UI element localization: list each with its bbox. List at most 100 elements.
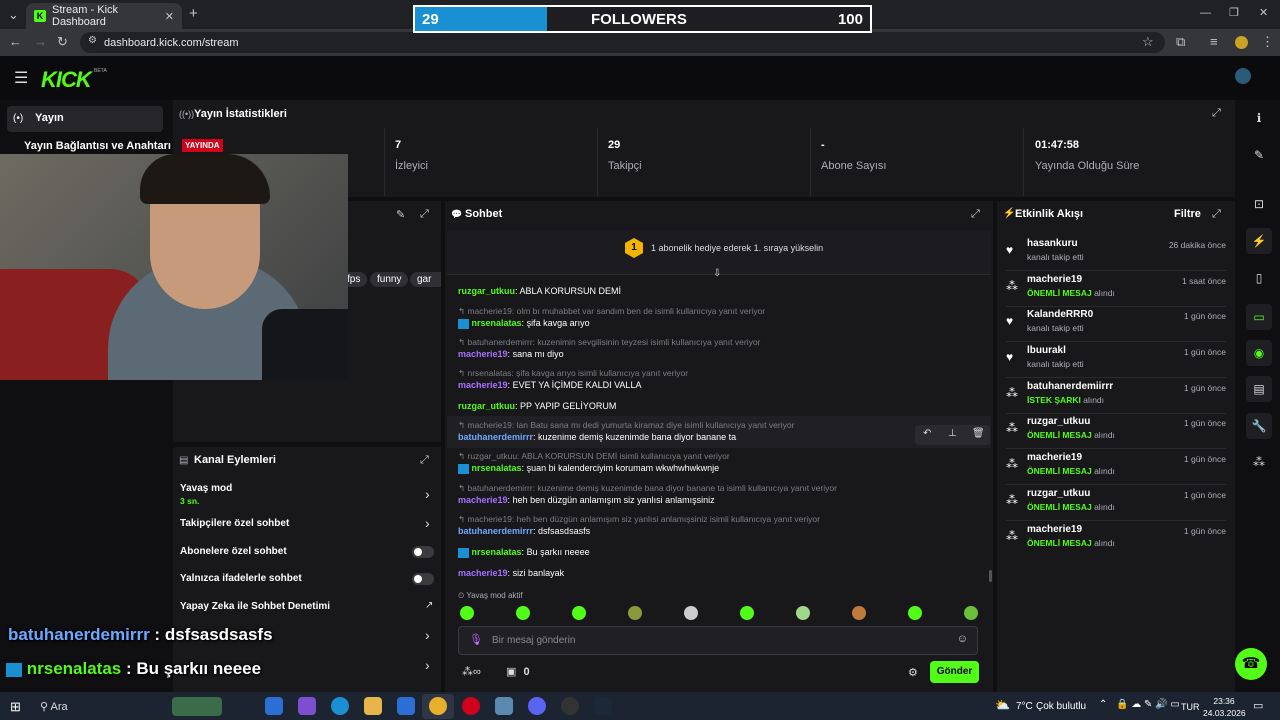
reply-context[interactable]: ↰ batuhanerdemirrr: kuzenime demiş kuzen… — [458, 483, 837, 494]
subscribers-only-toggle[interactable] — [412, 546, 434, 558]
help-chat-button[interactable]: ☎ — [1235, 648, 1267, 680]
send-button[interactable]: Gönder — [930, 661, 979, 683]
taskbar-widget[interactable] — [172, 697, 222, 716]
bookmark-star-icon[interactable]: ☆ — [1142, 34, 1154, 50]
emoji-icon[interactable]: ☺ — [957, 633, 968, 645]
mail-icon[interactable] — [397, 697, 415, 715]
actions-expand-icon[interactable]: ⤢ — [420, 454, 429, 467]
tag-gar[interactable]: gar — [410, 272, 441, 287]
event-username[interactable]: KalandeRRR0 — [1027, 309, 1093, 320]
reading-list-icon[interactable]: ≡ — [1210, 34, 1218, 49]
file-explorer-icon[interactable] — [364, 697, 382, 715]
emote-icon[interactable] — [740, 606, 754, 620]
steam-icon[interactable] — [594, 697, 612, 715]
emote-icon[interactable] — [684, 606, 698, 620]
activity-event[interactable]: ⁂ batuhanerdemiirrr İSTEK ŞARKI alındı 1 gü… — [1006, 381, 1226, 414]
external-link-icon[interactable]: ↗ — [425, 600, 433, 611]
event-username[interactable]: hasankuru — [1027, 238, 1078, 249]
chest[interactable]: ▣ 0 — [506, 665, 530, 678]
address-bar[interactable]: ⚙ dashboard.kick.com/stream — [80, 32, 1165, 53]
reply-context[interactable]: ↰ macherie19: lan Batu sana mı dedi yumu… — [458, 420, 794, 431]
emote-icon[interactable] — [516, 606, 530, 620]
sidebar-item-yayin[interactable]: (•) Yayın — [7, 106, 163, 132]
delete-icon[interactable]: 🗑 — [972, 428, 985, 439]
kick-points[interactable]: ⁂∞ — [462, 665, 481, 678]
activity-event[interactable]: ⁂ macherie19 ÖNEMLİ MESAJ alındı 1 gün önce — [1006, 452, 1226, 485]
weather-text[interactable]: Çok bulutlu — [1036, 701, 1086, 712]
forward-icon[interactable]: → — [34, 34, 47, 49]
info-icon[interactable]: ℹ — [1246, 105, 1272, 131]
activity-event[interactable]: ⁂ ruzgar_utkuu ÖNEMLİ MESAJ alındı 1 gün ön… — [1006, 488, 1226, 521]
chat-input-box[interactable]: 🎙 Bir mesaj gönderin ☺ — [458, 626, 978, 655]
scroll-down-icon[interactable]: ⇩ — [713, 268, 721, 279]
emote-only-toggle[interactable] — [412, 573, 434, 585]
filter-button[interactable]: Filtre — [1174, 208, 1201, 220]
browser-tab[interactable]: K Stream - Kick Dashboard ✕ — [26, 3, 182, 29]
emote-icon[interactable] — [460, 606, 474, 620]
language-indicator[interactable]: TUR — [1181, 702, 1200, 712]
chat-username[interactable]: macherie19 — [458, 380, 508, 390]
chat-username[interactable]: macherie19 — [458, 349, 508, 359]
hamburger-menu-icon[interactable]: ☰ — [14, 68, 28, 88]
chat-rail-icon[interactable]: ▭ — [1246, 304, 1272, 330]
event-username[interactable]: ruzgar_utkuu — [1027, 488, 1090, 499]
stats-expand-icon[interactable]: ⤢ — [1212, 107, 1221, 120]
chat-username[interactable]: nrsenalatas — [472, 547, 522, 557]
chat-username[interactable]: macherie19 — [458, 495, 508, 505]
event-username[interactable]: batuhanerdemiirrr — [1027, 381, 1113, 392]
reply-icon[interactable]: ↶ — [923, 428, 931, 439]
slow-mode-label[interactable]: Yavaş mod — [180, 483, 232, 494]
activity-event[interactable]: ♥ hasankuru kanalı takip etti 26 dakika önc… — [1006, 238, 1226, 271]
reply-context[interactable]: ↰ nrsenalatas: şifa kavga arıyo isimli k… — [458, 368, 688, 379]
activity-event[interactable]: ⁂ macherie19 ÖNEMLİ MESAJ alındı 1 saat önc… — [1006, 274, 1226, 307]
back-icon[interactable]: ← — [9, 34, 22, 49]
chat-username[interactable]: ruzgar_utkuu — [458, 286, 515, 296]
sidebar-item-stream-key[interactable]: Yayın Bağlantısı ve Anahtarı — [24, 140, 171, 152]
stream-info-expand-icon[interactable]: ⤢ — [420, 208, 429, 221]
opera-icon[interactable] — [462, 697, 480, 715]
kicks-rail-icon[interactable]: ⁂ — [1246, 449, 1272, 475]
chat-scrollbar[interactable] — [989, 570, 992, 582]
layout-icon[interactable]: ▤ — [1246, 376, 1272, 402]
pencil-icon[interactable]: ✎ — [1246, 142, 1272, 168]
tab-search-icon[interactable]: ⌄ — [8, 7, 19, 23]
windows-start-icon[interactable]: ⊞ — [10, 699, 21, 715]
taskbar-search[interactable]: ⚲ Ara — [40, 700, 68, 713]
action-chevron-icon[interactable]: › — [425, 627, 430, 643]
ai-moderation-label[interactable]: Yapay Zeka ile Sohbet Denetimi — [180, 601, 330, 612]
emote-icon[interactable] — [628, 606, 642, 620]
clock-date[interactable]: 24.03.2026 — [1203, 708, 1246, 718]
user-avatar[interactable] — [1235, 68, 1251, 84]
reply-context[interactable]: ↰ ruzgar_utkuu: ABLA KORURSUN DEMİ isiml… — [458, 451, 730, 462]
activity-event[interactable]: ⁂ ruzgar_utkuu ÖNEMLİ MESAJ alındı 1 gün ön… — [1006, 416, 1226, 449]
obs-icon[interactable] — [561, 697, 579, 715]
close-window-icon[interactable]: ✕ — [1259, 6, 1268, 19]
emote-icon[interactable] — [852, 606, 866, 620]
chat-settings-icon[interactable]: ⚙ — [908, 666, 918, 679]
focus-icon[interactable]: ⊡ — [1246, 191, 1272, 217]
edge-icon[interactable] — [331, 697, 349, 715]
emote-icon[interactable] — [964, 606, 978, 620]
tray-chevron-icon[interactable]: ⌃ — [1099, 699, 1107, 710]
clock-time[interactable]: 23:36 — [1213, 696, 1235, 706]
followers-only-label[interactable]: Takipçilere özel sohbet — [180, 518, 289, 529]
action-chevron-icon[interactable]: › — [425, 657, 430, 673]
chat-username[interactable]: batuhanerdemirrr — [458, 526, 533, 536]
activity-event[interactable]: ♥ lbuurakl kanalı takip etti 1 gün önce — [1006, 345, 1226, 378]
site-info-icon[interactable]: ⚙ — [88, 35, 97, 46]
event-username[interactable]: macherie19 — [1027, 274, 1082, 285]
followers-only-chevron-icon[interactable]: › — [425, 515, 430, 531]
copilot-icon[interactable] — [265, 697, 283, 715]
chrome-icon[interactable] — [429, 697, 447, 715]
emote-icon[interactable] — [796, 606, 810, 620]
event-username[interactable]: lbuurakl — [1027, 345, 1066, 356]
chat-expand-icon[interactable]: ⤢ — [971, 208, 980, 221]
extensions-icon[interactable]: ⧉ — [1176, 34, 1185, 50]
mic-icon[interactable]: 🎙 — [469, 633, 483, 646]
activity-event[interactable]: ⁂ macherie19 ÖNEMLİ MESAJ alındı 1 gün önce — [1006, 524, 1226, 554]
browser-menu-icon[interactable]: ⋮ — [1261, 34, 1274, 50]
pin-icon[interactable]: ⊥ — [948, 428, 957, 439]
slow-mode-chevron-icon[interactable]: › — [425, 486, 430, 502]
copilot-m365-icon[interactable] — [298, 697, 316, 715]
new-tab-icon[interactable]: + — [189, 5, 198, 22]
